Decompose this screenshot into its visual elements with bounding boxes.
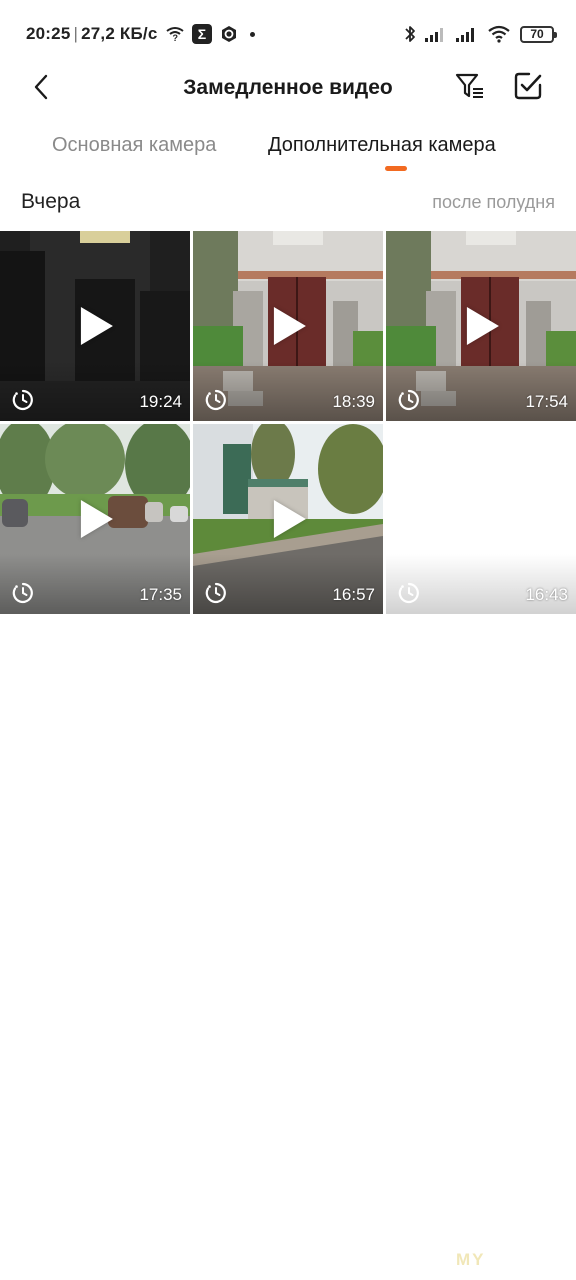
play-icon [80, 307, 113, 345]
page-title: Замедленное видео [183, 76, 393, 99]
date-section-header: Вчера после полудня [0, 186, 576, 218]
play-icon [466, 307, 499, 345]
battery-icon: 70 [520, 25, 557, 43]
video-time: 17:54 [525, 392, 568, 411]
status-net-speed: 27,2 КБ/с [81, 24, 158, 43]
video-time: 17:35 [139, 585, 182, 604]
sigma-app-icon: Σ [192, 24, 212, 44]
play-icon [466, 500, 499, 538]
dot-icon [250, 31, 255, 37]
signal-1-icon [425, 26, 447, 42]
video-time: 18:39 [332, 392, 375, 411]
timelapse-icon [205, 582, 227, 604]
status-separator: | [73, 24, 79, 43]
checkbox-icon [513, 71, 543, 106]
status-time: 20:25 [26, 24, 71, 43]
status-icons-left: ? Σ [166, 23, 255, 45]
filter-button[interactable] [452, 70, 488, 106]
status-bar: 20:25 | 27,2 КБ/с ? Σ 70 [0, 0, 576, 68]
battery-level: 70 [530, 27, 544, 41]
video-thumbnail[interactable]: 16:57 [193, 424, 383, 614]
period-label: после полудня [432, 192, 555, 212]
date-label: Вчера [21, 190, 81, 213]
status-icons-right: 70 [404, 22, 557, 46]
video-thumbnail[interactable]: 19:24 [0, 231, 190, 421]
wifi-question-icon: ? [166, 26, 184, 42]
active-tab-indicator [385, 166, 407, 171]
filter-icon [455, 72, 485, 105]
tab-extra-camera[interactable]: Дополнительная камера [268, 134, 496, 157]
select-button[interactable] [510, 70, 546, 106]
app-header: Замедленное видео [0, 68, 576, 108]
video-time: 16:57 [332, 585, 375, 604]
video-thumbnail[interactable]: 17:54 [386, 231, 576, 421]
video-thumbnail[interactable]: 17:35 [0, 424, 190, 614]
video-time: 16:43 [525, 585, 568, 604]
play-icon [273, 500, 306, 538]
play-icon [80, 500, 113, 538]
timelapse-icon [12, 582, 34, 604]
timelapse-icon [398, 389, 420, 411]
timelapse-icon [205, 389, 227, 411]
video-thumbnail[interactable]: 16:43 [386, 424, 576, 614]
video-time: 19:24 [139, 392, 182, 411]
hex-app-icon [220, 25, 238, 43]
watermark: MY [456, 1250, 486, 1269]
svg-text:?: ? [173, 33, 179, 42]
wifi-icon [487, 25, 511, 43]
camera-tabs: Основная камера Дополнительная камера [0, 130, 576, 178]
play-icon [273, 307, 306, 345]
bluetooth-icon [404, 24, 416, 44]
timelapse-icon [398, 582, 420, 604]
tab-main-camera[interactable]: Основная камера [52, 134, 216, 157]
video-thumbnail[interactable]: 18:39 [193, 231, 383, 421]
status-time-speed: 20:25 | 27,2 КБ/с [26, 24, 158, 44]
signal-2-icon [456, 26, 478, 42]
timelapse-icon [12, 389, 34, 411]
